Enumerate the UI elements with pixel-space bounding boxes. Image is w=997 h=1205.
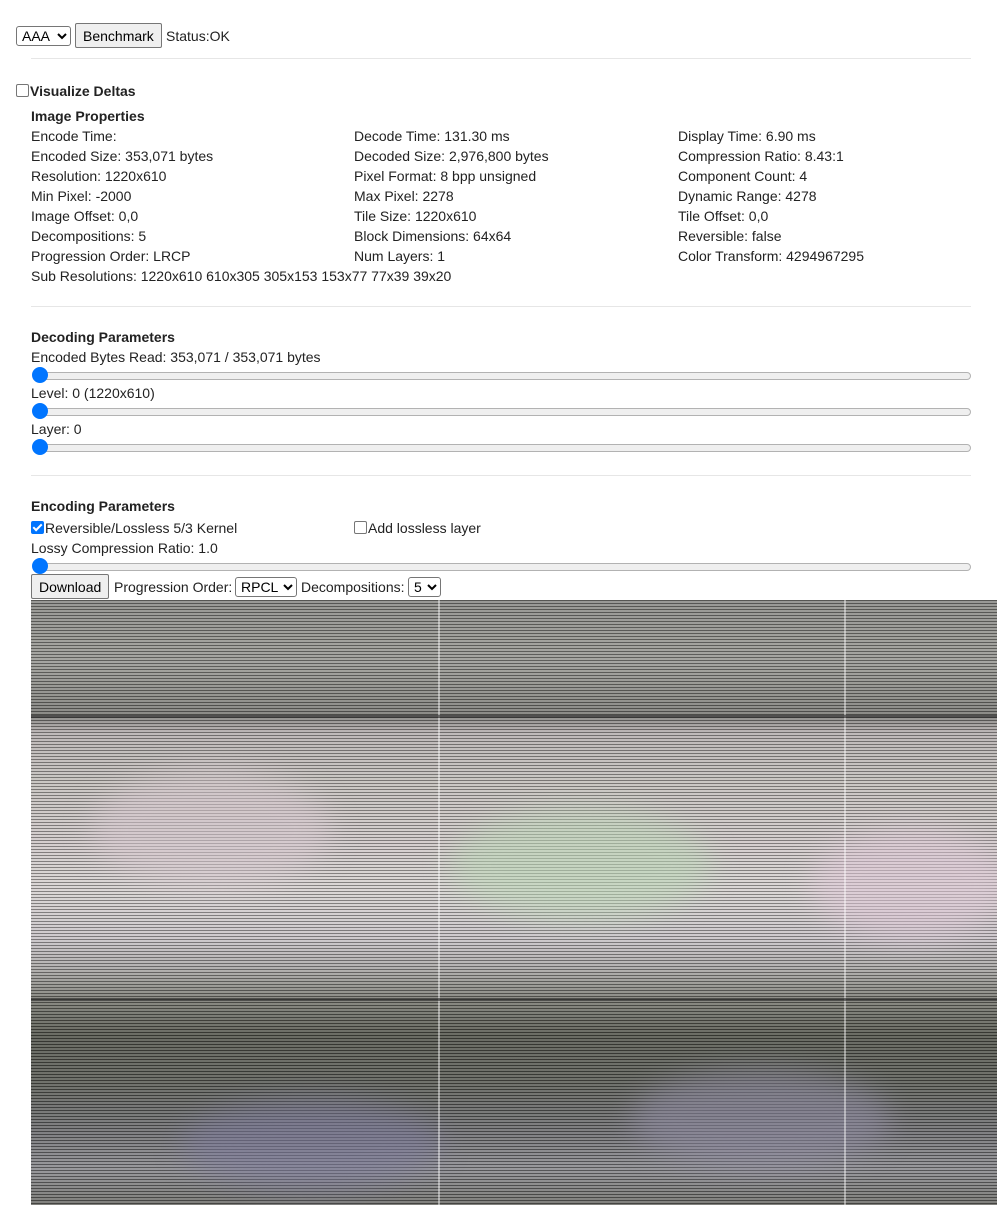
property-sub-resolutions: Sub Resolutions: 1220x610 610x305 305x15… bbox=[31, 268, 452, 284]
tile-seam bbox=[438, 600, 440, 1205]
download-button[interactable]: Download bbox=[31, 574, 110, 599]
reversible-kernel-toggle[interactable]: Reversible/Lossless 5/3 Kernel bbox=[31, 520, 237, 536]
reversible-kernel-label: Reversible/Lossless 5/3 Kernel bbox=[45, 520, 238, 536]
image-file-select[interactable]: AAA bbox=[16, 26, 71, 46]
property-row: Encoded Size: 353,071 bytes Decoded Size… bbox=[31, 148, 991, 168]
property-color-transform: Color Transform: 4294967295 bbox=[678, 248, 864, 264]
image-region bbox=[451, 810, 711, 920]
layer-slider[interactable] bbox=[31, 439, 971, 455]
lossy-ratio-label: Lossy Compression Ratio: 1.0 bbox=[31, 540, 218, 556]
visualize-deltas-toggle[interactable]: Visualize Deltas bbox=[16, 83, 136, 99]
reversible-kernel-checkbox[interactable] bbox=[31, 521, 44, 534]
slider-track bbox=[33, 563, 971, 571]
status-text: Status:OK bbox=[166, 28, 230, 44]
slider-thumb[interactable] bbox=[32, 558, 48, 574]
property-block-dimensions: Block Dimensions: 64x64 bbox=[354, 228, 512, 244]
divider bbox=[31, 58, 971, 59]
property-row: Sub Resolutions: 1220x610 610x305 305x15… bbox=[31, 268, 991, 288]
progression-order-label: Progression Order: bbox=[114, 579, 233, 595]
property-num-layers: Num Layers: 1 bbox=[354, 248, 446, 264]
visualize-deltas-label: Visualize Deltas bbox=[30, 83, 136, 99]
tile-seam bbox=[844, 600, 846, 1205]
property-row: Progression Order: LRCP Num Layers: 1 Co… bbox=[31, 248, 991, 268]
property-row: Resolution: 1220x610 Pixel Format: 8 bpp… bbox=[31, 168, 991, 188]
level-label: Level: 0 (1220x610) bbox=[31, 385, 155, 401]
image-region bbox=[91, 770, 331, 890]
decoded-image-canvas bbox=[31, 600, 997, 1205]
divider bbox=[31, 306, 971, 307]
benchmark-button[interactable]: Benchmark bbox=[75, 23, 162, 48]
property-compression-ratio: Compression Ratio: 8.43:1 bbox=[678, 148, 844, 164]
property-max-pixel: Max Pixel: 2278 bbox=[354, 188, 454, 204]
image-region bbox=[631, 1070, 891, 1170]
layer-label: Layer: 0 bbox=[31, 421, 82, 437]
property-display-time: Display Time: 6.90 ms bbox=[678, 128, 816, 144]
property-reversible: Reversible: false bbox=[678, 228, 782, 244]
property-image-offset: Image Offset: 0,0 bbox=[31, 208, 139, 224]
decompositions-label: Decompositions: bbox=[301, 579, 405, 595]
property-encoded-size: Encoded Size: 353,071 bytes bbox=[31, 148, 214, 164]
property-component-count: Component Count: 4 bbox=[678, 168, 808, 184]
property-resolution: Resolution: 1220x610 bbox=[31, 168, 167, 184]
image-band bbox=[31, 715, 997, 718]
slider-thumb[interactable] bbox=[32, 367, 48, 383]
property-row: Min Pixel: -2000 Max Pixel: 2278 Dynamic… bbox=[31, 188, 991, 208]
property-min-pixel: Min Pixel: -2000 bbox=[31, 188, 132, 204]
image-properties-grid: Encode Time: Decode Time: 131.30 ms Disp… bbox=[31, 128, 991, 288]
level-slider[interactable] bbox=[31, 403, 971, 419]
slider-thumb[interactable] bbox=[32, 439, 48, 455]
property-decoded-size: Decoded Size: 2,976,800 bytes bbox=[354, 148, 549, 164]
status-value: OK bbox=[209, 28, 230, 44]
decoding-parameters-title: Decoding Parameters bbox=[31, 329, 175, 345]
property-tile-size: Tile Size: 1220x610 bbox=[354, 208, 477, 224]
lossless-layer-toggle[interactable]: Add lossless layer bbox=[354, 520, 481, 536]
property-dynamic-range: Dynamic Range: 4278 bbox=[678, 188, 817, 204]
decompositions-select[interactable]: 5 bbox=[408, 577, 441, 597]
lossless-layer-label: Add lossless layer bbox=[368, 520, 481, 536]
property-pixel-format: Pixel Format: 8 bpp unsigned bbox=[354, 168, 537, 184]
lossless-layer-checkbox[interactable] bbox=[354, 521, 367, 534]
encoding-parameters-title: Encoding Parameters bbox=[31, 498, 175, 514]
image-properties-title: Image Properties bbox=[31, 108, 145, 124]
slider-thumb[interactable] bbox=[32, 403, 48, 419]
image-band bbox=[31, 998, 997, 1001]
status-label: Status: bbox=[166, 28, 210, 44]
slider-track bbox=[33, 444, 971, 452]
property-progression-order: Progression Order: LRCP bbox=[31, 248, 191, 264]
property-decompositions: Decompositions: 5 bbox=[31, 228, 147, 244]
lossy-ratio-slider[interactable] bbox=[31, 558, 971, 574]
property-decode-time: Decode Time: 131.30 ms bbox=[354, 128, 510, 144]
encoded-bytes-read-label: Encoded Bytes Read: 353,071 / 353,071 by… bbox=[31, 349, 321, 365]
property-row: Encode Time: Decode Time: 131.30 ms Disp… bbox=[31, 128, 991, 148]
divider bbox=[31, 475, 971, 476]
image-region bbox=[811, 830, 997, 940]
encoded-bytes-slider[interactable] bbox=[31, 367, 971, 383]
property-row: Image Offset: 0,0 Tile Size: 1220x610 Ti… bbox=[31, 208, 991, 228]
image-region bbox=[181, 1100, 441, 1190]
progression-order-select[interactable]: RPCL bbox=[235, 577, 297, 597]
property-row: Decompositions: 5 Block Dimensions: 64x6… bbox=[31, 228, 991, 248]
property-encode-time: Encode Time: bbox=[31, 128, 117, 144]
slider-track bbox=[33, 408, 971, 416]
slider-track bbox=[33, 372, 971, 380]
property-tile-offset: Tile Offset: 0,0 bbox=[678, 208, 769, 224]
visualize-deltas-checkbox[interactable] bbox=[16, 84, 29, 97]
